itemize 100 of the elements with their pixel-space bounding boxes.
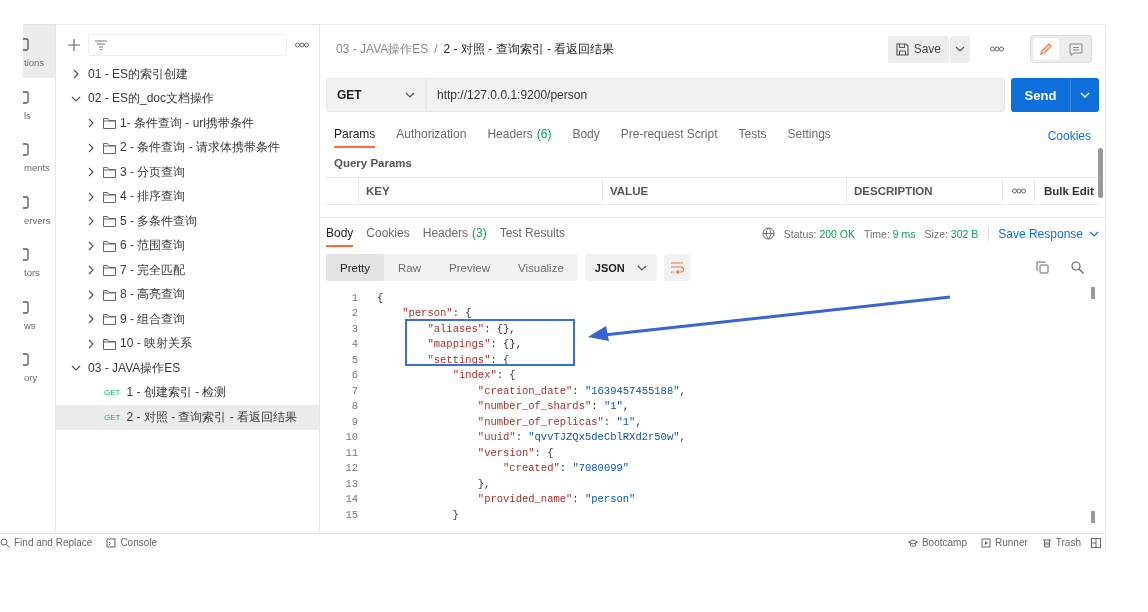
tree-item[interactable]: 03 - JAVA操作ES [56,356,319,381]
folder-icon [103,239,116,252]
tree-item[interactable]: 7 - 完全匹配 [56,258,319,283]
filter-field[interactable] [88,34,287,56]
graduation-cap-icon [907,537,918,548]
status-bar-item[interactable]: Bootcamp [907,537,967,548]
line-number: 8 [350,400,359,413]
view-mode-tab[interactable]: Raw [384,254,436,281]
status-bar-item[interactable]: Runner [981,537,1028,548]
tree-item[interactable]: 02 - ES的_doc文档操作 [56,86,319,111]
line-number: 11 [344,446,359,459]
nav-item[interactable]: ws [23,287,55,340]
code-line: "person": { [401,307,472,320]
tree-item[interactable]: 6 - 范围查询 [56,233,319,258]
save-dropdown[interactable] [950,35,970,63]
tree-item[interactable]: GET 2 - 对照 - 查询索引 - 看返回结果 [56,405,319,430]
column-header: KEY [358,178,602,204]
tab[interactable]: Test Results [499,220,566,247]
tree-item[interactable]: 9 - 组合查询 [56,307,319,332]
cookies-link[interactable]: Cookies [1047,123,1091,148]
send-button[interactable]: Send [1011,78,1099,112]
format-select[interactable]: JSON [584,254,657,281]
tab[interactable]: Settings [787,123,831,148]
chevron-right-icon [87,142,95,153]
breadcrumb-link[interactable]: 03 - JAVA操作ES [336,40,429,58]
line-number: 9 [350,415,359,428]
chevron-right-icon [87,314,95,325]
chevron-right-icon [87,240,95,251]
code-line: "number_of_shards": "1", [476,400,630,413]
tree-item[interactable]: 1- 条件查询 - url携带条件 [56,111,319,136]
view-mode-tab[interactable]: Preview [435,254,504,281]
column-header: DESCRIPTION [846,178,1002,204]
tree-item[interactable]: 5 - 多条件查询 [56,209,319,234]
code-line: "number_of_replicas": "1", [476,415,642,428]
trash-icon [1041,537,1052,548]
method-select[interactable]: GET [326,78,426,112]
tree-item[interactable]: 2 - 条件查询 - 请求体携带条件 [56,135,319,160]
tree-item[interactable]: GET 1 - 创建索引 - 检测 [56,380,319,405]
scrollbar[interactable] [1098,148,1103,198]
code-line: "mappings": {}, [426,338,522,351]
tab[interactable]: Pre-request Script [620,123,718,148]
nav-item[interactable]: ments [23,130,55,183]
tree-item[interactable]: 3 - 分页查询 [56,160,319,185]
nav-item[interactable]: tions [23,25,55,78]
tree-item[interactable]: 10 - 映射关系 [56,331,319,356]
tree-item[interactable]: 4 - 排序查询 [56,184,319,209]
plus-icon [68,39,80,51]
view-mode-tab[interactable]: Pretty [326,254,385,281]
filter-icon [95,40,107,50]
tree-item[interactable]: 8 - 高亮查询 [56,282,319,307]
view-mode-tab[interactable]: Visualize [503,254,578,281]
save-button[interactable]: Save [887,35,949,63]
tree-item[interactable]: 01 - ES的索引创建 [56,62,319,87]
tab[interactable]: Headers (6) [487,123,552,148]
tab[interactable]: Headers (3) [422,220,487,247]
chevron-right-icon [87,265,95,276]
line-number: 14 [344,493,359,506]
tab[interactable]: Authorization [396,123,467,148]
nav-item[interactable]: ervers [23,182,55,235]
chevron-right-icon [87,191,95,202]
search-icon [0,537,10,548]
line-number: 1 [350,291,359,304]
layout-icon [1091,537,1101,548]
tab[interactable]: Cookies [366,220,410,247]
chevron-down-icon [405,91,415,99]
tab[interactable]: Body [326,220,354,247]
chevron-right-icon [87,338,95,349]
url-field[interactable]: http://127.0.0.1:9200/person [426,78,1005,112]
chevron-down-icon [955,45,965,53]
status-bar-item[interactable]: Find and Replace [0,537,93,548]
request-title: 2 - 对照 - 查询索引 - 看返回结果 [443,40,615,58]
code-line: "version": { [476,446,554,459]
nav-item[interactable]: tors [23,235,55,288]
tab[interactable]: Body [572,123,600,148]
chevron-right-icon [87,289,95,300]
status-bar-item[interactable]: Console [106,537,158,548]
status-bar-item[interactable]: Trash [1041,537,1081,548]
code-line: "uuid": "qvvTJZQx5deCblRXd2r50w", [476,431,686,444]
chevron-right-icon [87,118,95,129]
scrollbar[interactable] [1091,511,1095,523]
response-metric: Time: 9 ms [864,227,916,240]
section-title: Query Params [334,157,412,171]
line-number: 13 [344,477,359,490]
nav-item[interactable]: ory [23,340,55,393]
tab[interactable]: Tests [738,123,767,148]
folder-icon [103,337,116,350]
nav-item[interactable]: ls [23,77,55,130]
code-line: "index": { [451,369,516,382]
code-line: "creation_date": "1639457455188", [476,384,686,397]
chevron-down-icon [636,263,647,272]
folder-icon [103,117,116,130]
wrap-button[interactable] [663,254,691,281]
comment-icon [1069,42,1083,56]
save-response-button[interactable]: Save Response [988,226,1099,241]
chevron-right-icon [72,69,80,80]
tab[interactable]: Params [334,123,376,148]
line-number: 3 [350,322,359,335]
chevron-right-icon [87,216,95,227]
scrollbar[interactable] [1091,287,1095,299]
column-header: VALUE [602,178,846,204]
